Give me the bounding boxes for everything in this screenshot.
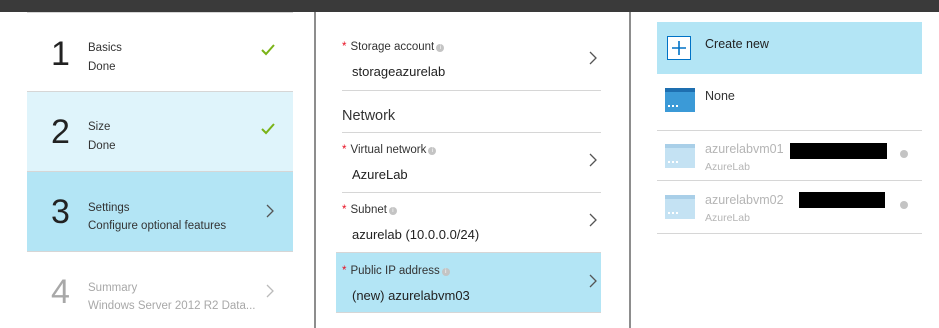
field-value: azurelab (10.0.0.0/24) <box>352 227 480 242</box>
step-subtitle: Done <box>88 61 116 73</box>
step-title: Size <box>88 121 111 133</box>
info-icon[interactable]: i <box>436 44 445 52</box>
item-label: Create new <box>705 37 769 51</box>
storage-account-field[interactable]: * Storage account i storageazurelab <box>342 28 601 90</box>
create-new-item[interactable]: Create new <box>657 22 922 74</box>
info-icon[interactable] <box>900 150 908 158</box>
step-number: 2 <box>51 113 70 151</box>
step-basics[interactable]: 1 Basics Done <box>27 12 293 91</box>
field-value: AzureLab <box>352 167 408 182</box>
vm-item-1[interactable]: azurelabvm01 AzureLab <box>657 130 922 180</box>
step-number: 3 <box>51 193 70 231</box>
network-section-heading: Network <box>342 108 396 124</box>
subnet-field[interactable]: * Subnet i azurelab (10.0.0.0/24) <box>342 192 601 252</box>
vm-icon <box>665 144 695 168</box>
step-settings[interactable]: 3 Settings Configure optional features <box>27 171 293 251</box>
chevron-right-icon <box>589 51 597 65</box>
vm-icon <box>665 88 695 112</box>
item-label: None <box>705 89 735 103</box>
settings-panel: * Storage account i storageazurelab Networ… <box>316 12 629 328</box>
step-subtitle: Done <box>88 140 116 152</box>
public-ip-list-panel: Create new None azurelabvm01 AzureLab az… <box>631 12 939 328</box>
step-summary[interactable]: 4 Summary Windows Server 2012 R2 Data... <box>27 251 293 328</box>
redaction-block <box>790 143 887 159</box>
step-size[interactable]: 2 Size Done <box>27 91 293 171</box>
vm-icon <box>665 195 695 219</box>
divider <box>336 312 601 328</box>
info-icon[interactable]: i <box>428 147 437 155</box>
redaction-block <box>799 192 885 208</box>
public-ip-field[interactable]: * Public IP address i (new) azurelabvm03 <box>336 252 601 312</box>
virtual-network-field[interactable]: * Virtual network i AzureLab <box>342 132 601 192</box>
info-icon[interactable]: i <box>441 268 450 276</box>
chevron-right-icon <box>589 153 597 167</box>
checkmark-icon <box>261 44 275 56</box>
field-label: * Subnet i <box>342 204 397 216</box>
info-icon[interactable]: i <box>388 207 397 215</box>
checkmark-icon <box>261 123 275 135</box>
divider <box>342 90 601 91</box>
item-group: AzureLab <box>705 161 750 173</box>
plus-icon <box>667 36 691 60</box>
step-subtitle: Configure optional features <box>88 220 227 232</box>
wizard-steps-panel: 1 Basics Done 2 Size Done 3 Settings Con… <box>0 12 314 328</box>
info-icon[interactable] <box>900 201 908 209</box>
item-name: azurelabvm01 <box>705 142 784 156</box>
field-value: storageazurelab <box>352 64 446 79</box>
divider <box>657 233 922 234</box>
step-title: Settings <box>88 202 130 214</box>
step-number: 4 <box>51 273 70 311</box>
field-label: * Virtual network i <box>342 144 437 156</box>
chevron-right-icon <box>589 213 597 227</box>
chevron-right-icon <box>589 274 597 288</box>
field-label: * Public IP address i <box>342 265 450 277</box>
field-value: (new) azurelabvm03 <box>352 288 470 303</box>
vm-item-2[interactable]: azurelabvm02 AzureLab <box>657 180 922 233</box>
chevron-right-icon <box>266 204 274 218</box>
item-group: AzureLab <box>705 212 750 224</box>
step-number: 1 <box>51 35 70 73</box>
top-bar <box>0 0 939 12</box>
chevron-right-icon <box>266 284 274 298</box>
step-title: Summary <box>88 282 138 294</box>
none-item[interactable]: None <box>657 74 922 130</box>
item-name: azurelabvm02 <box>705 193 784 207</box>
step-subtitle: Windows Server 2012 R2 Data... <box>88 300 256 312</box>
field-label: * Storage account i <box>342 41 445 53</box>
step-title: Basics <box>88 42 122 54</box>
